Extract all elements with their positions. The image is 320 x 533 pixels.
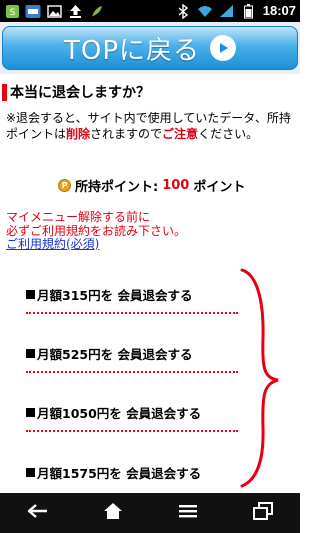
terms-warning: マイメニュー解除する前に 必ずご利用規約をお読み下さい。 bbox=[6, 210, 186, 238]
recent-apps-icon bbox=[252, 502, 273, 524]
wifi-icon bbox=[197, 3, 213, 19]
menu-icon bbox=[178, 503, 198, 523]
warning-line-1: マイメニュー解除する前に bbox=[6, 210, 151, 224]
notice-text-2: されますので bbox=[90, 127, 163, 141]
notice-text-3: ください。 bbox=[198, 127, 259, 141]
play-arrow-icon bbox=[210, 35, 237, 61]
terms-link[interactable]: ご利用規約(必須) bbox=[6, 237, 99, 251]
plan-label: 月額1050円を 会員退会する bbox=[37, 406, 202, 421]
bullet-square-icon bbox=[26, 468, 35, 477]
home-button[interactable] bbox=[83, 493, 143, 533]
bluetooth-icon bbox=[175, 3, 191, 19]
ntt-badge-icon bbox=[25, 3, 41, 19]
signal-icon bbox=[219, 3, 235, 19]
points-value: 100 bbox=[162, 178, 190, 193]
clock: 18:07 bbox=[262, 3, 296, 18]
page-heading: 本当に退会しますか？ bbox=[2, 82, 150, 102]
recent-apps-button[interactable] bbox=[233, 493, 293, 533]
plan-label: 月額1575円を 会員退会する bbox=[37, 466, 202, 481]
status-bar: S 18:07 bbox=[0, 0, 300, 22]
points-unit: ポイント bbox=[193, 180, 246, 195]
notice-emphasis-delete: 削除 bbox=[66, 127, 91, 141]
warning-line-2: 必ずご利用規約をお読み下さい。 bbox=[6, 224, 187, 238]
divider bbox=[26, 430, 238, 432]
feather-icon bbox=[88, 3, 104, 19]
plan-525-withdraw-link[interactable]: 月額525円を 会員退会する bbox=[26, 344, 192, 363]
point-coin-icon: P bbox=[58, 179, 71, 192]
back-arrow-icon bbox=[27, 503, 49, 523]
heading-text: 本当に退会しますか？ bbox=[10, 85, 150, 101]
red-brace-annotation bbox=[240, 268, 279, 488]
menu-button[interactable] bbox=[158, 493, 218, 533]
app-notification-icon: S bbox=[4, 3, 20, 19]
svg-text:S: S bbox=[9, 8, 15, 18]
bullet-square-icon bbox=[26, 349, 35, 358]
upload-icon bbox=[67, 3, 83, 19]
bottom-nav-bar bbox=[0, 493, 300, 533]
back-to-top-button[interactable]: TOPに戻る bbox=[2, 26, 298, 70]
heading-marker bbox=[2, 83, 7, 101]
battery-icon bbox=[241, 3, 257, 19]
plan-1050-withdraw-link[interactable]: 月額1050円を 会員退会する bbox=[26, 403, 201, 422]
plan-label: 月額525円を 会員退会する bbox=[37, 347, 193, 362]
divider bbox=[26, 371, 238, 373]
owned-points: P 所持ポイント: 100 ポイント bbox=[58, 176, 245, 195]
plan-label: 月額315円を 会員退会する bbox=[37, 288, 193, 303]
withdraw-notice: ※退会すると、サイト内で使用していたデータ、所持ポイントは削除されますのでご注意… bbox=[6, 110, 296, 142]
divider bbox=[26, 312, 238, 314]
bullet-square-icon bbox=[26, 290, 35, 299]
points-label: 所持ポイント: bbox=[75, 180, 159, 195]
back-button[interactable] bbox=[8, 493, 68, 533]
plan-315-withdraw-link[interactable]: 月額315円を 会員退会する bbox=[26, 285, 192, 304]
top-button-label: TOPに戻る bbox=[63, 35, 201, 66]
top-button-area: TOPに戻る bbox=[0, 22, 300, 74]
home-icon bbox=[103, 502, 123, 524]
bullet-square-icon bbox=[26, 408, 35, 417]
notice-emphasis-caution: ご注意 bbox=[162, 127, 199, 141]
plan-1575-withdraw-link[interactable]: 月額1575円を 会員退会する bbox=[26, 463, 201, 482]
status-left-icons: S bbox=[4, 3, 104, 19]
image-icon bbox=[46, 3, 62, 19]
status-right-icons: 18:07 bbox=[175, 3, 296, 19]
